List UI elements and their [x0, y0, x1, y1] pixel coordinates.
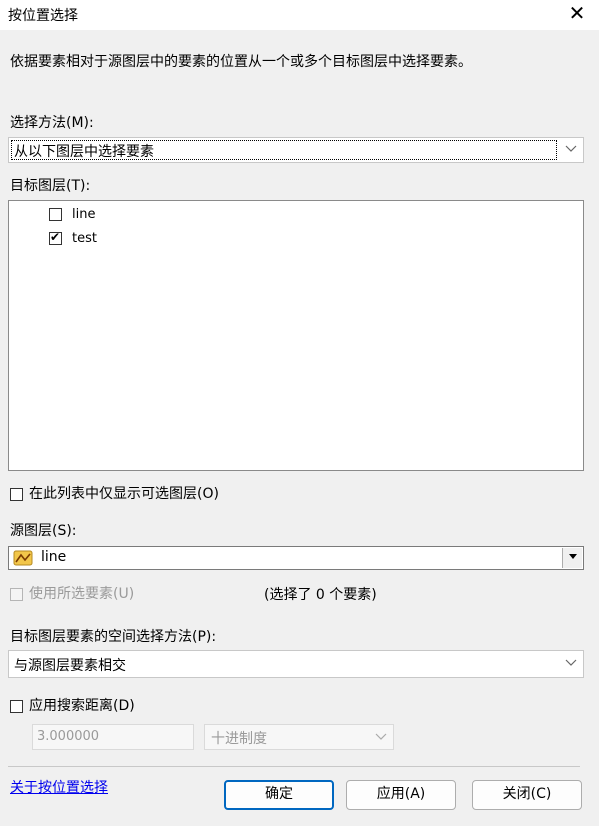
help-link[interactable]: 关于按位置选择: [10, 777, 108, 797]
selection-method-label: 选择方法(M):: [10, 115, 94, 131]
use-selected-label: 使用所选要素(U): [29, 586, 135, 602]
close-icon[interactable]: ✕: [566, 2, 588, 24]
search-distance-option[interactable]: 应用搜索距离(D): [10, 695, 135, 715]
only-selectable-option[interactable]: 在此列表中仅显示可选图层(O): [10, 483, 219, 503]
layer-checkbox-test[interactable]: [49, 230, 62, 245]
layer-name: line: [72, 207, 96, 222]
spatial-method-select[interactable]: 与源图层要素相交: [8, 650, 584, 678]
source-layer-value: line: [41, 549, 67, 565]
search-distance-checkbox[interactable]: [10, 699, 23, 713]
polyline-layer-icon: [13, 550, 33, 566]
chevron-down-icon: [375, 730, 387, 746]
spatial-method-value: 与源图层要素相交: [14, 658, 126, 674]
distance-unit-value: 十进制度: [211, 731, 267, 747]
description-text: 依据要素相对于源图层中的要素的位置从一个或多个目标图层中选择要素。: [10, 54, 472, 70]
only-selectable-checkbox[interactable]: [10, 487, 23, 501]
distance-unit-select[interactable]: 十进制度: [204, 724, 394, 750]
layer-checkbox-line[interactable]: [49, 208, 62, 221]
dropdown-arrow-icon[interactable]: [562, 548, 582, 568]
selection-method-value: 从以下图层中选择要素: [14, 144, 154, 160]
list-item[interactable]: line: [49, 207, 95, 222]
search-distance-value: 3.000000: [37, 729, 100, 744]
target-layers-label: 目标图层(T):: [10, 178, 91, 194]
source-layer-select[interactable]: line: [8, 546, 584, 570]
use-selected-option[interactable]: 使用所选要素(U): [10, 583, 134, 603]
search-distance-label: 应用搜索距离(D): [29, 698, 135, 714]
spatial-method-label: 目标图层要素的空间选择方法(P):: [10, 629, 217, 645]
source-layer-label: 源图层(S):: [10, 523, 77, 539]
selection-method-select[interactable]: 从以下图层中选择要素: [8, 137, 584, 163]
search-distance-input[interactable]: 3.000000: [32, 724, 194, 750]
apply-button[interactable]: 应用(A): [346, 780, 456, 810]
window-title: 按位置选择: [8, 8, 78, 24]
selected-count-text: (选择了 0 个要素): [264, 587, 377, 603]
ok-button[interactable]: 确定: [224, 780, 334, 810]
title-bar: [0, 0, 599, 30]
chevron-down-icon: [565, 142, 577, 158]
only-selectable-label: 在此列表中仅显示可选图层(O): [29, 486, 219, 502]
list-item[interactable]: test: [49, 230, 97, 246]
chevron-down-icon: [565, 656, 577, 672]
footer-divider: [8, 766, 580, 767]
target-layers-list[interactable]: line test: [8, 200, 584, 471]
layer-name: test: [72, 231, 97, 246]
close-button[interactable]: 关闭(C): [472, 780, 582, 810]
use-selected-checkbox[interactable]: [10, 587, 23, 601]
